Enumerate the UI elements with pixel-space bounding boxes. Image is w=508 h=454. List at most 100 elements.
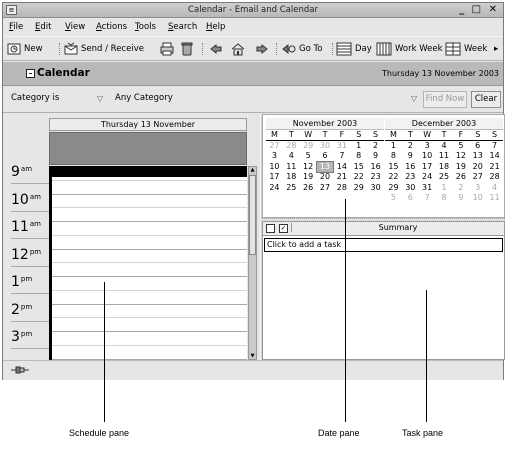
date-cell[interactable]: 9: [402, 151, 419, 162]
date-cell[interactable]: 26: [300, 183, 317, 194]
date-cell[interactable]: 18: [283, 172, 300, 183]
date-cell[interactable]: 11: [486, 193, 503, 204]
date-cell[interactable]: 11: [283, 162, 300, 173]
summary-column-header[interactable]: Summary: [291, 223, 504, 232]
date-cell[interactable]: 29: [300, 141, 317, 152]
date-cell[interactable]: 10: [266, 162, 283, 173]
date-cell[interactable]: 2: [367, 141, 384, 152]
clear-button[interactable]: Clear: [471, 91, 501, 108]
date-cell[interactable]: 20: [317, 172, 334, 183]
window-controls[interactable]: _ □ ✕: [459, 4, 499, 15]
today-date-cell[interactable]: 13: [315, 160, 335, 173]
date-cell[interactable]: 30: [367, 183, 384, 194]
day-view-button[interactable]: Day: [336, 41, 372, 57]
date-cell[interactable]: 6: [402, 193, 419, 204]
date-cell[interactable]: 8: [436, 193, 453, 204]
date-cell[interactable]: 31: [333, 141, 350, 152]
search-field-select[interactable]: Category is ▽: [7, 91, 107, 108]
date-cell[interactable]: 14: [486, 151, 503, 162]
day-heading[interactable]: Thursday 13 November: [49, 118, 247, 131]
goto-button[interactable]: Go To: [282, 41, 322, 57]
date-cell[interactable]: 26: [452, 172, 469, 183]
date-cell[interactable]: 22: [385, 172, 402, 183]
month-title[interactable]: December 2003: [385, 118, 503, 130]
today-button[interactable]: [231, 41, 248, 57]
date-cell[interactable]: 2: [402, 141, 419, 152]
date-cell[interactable]: 18: [436, 162, 453, 173]
date-cell[interactable]: 27: [317, 183, 334, 194]
long-events-area[interactable]: [49, 132, 247, 165]
work-week-view-button[interactable]: Work Week: [376, 41, 443, 57]
date-cell[interactable]: 19: [452, 162, 469, 173]
date-cell[interactable]: 3: [419, 141, 436, 152]
date-cell[interactable]: 14: [333, 162, 350, 173]
date-cell[interactable]: 1: [350, 141, 367, 152]
menu-edit[interactable]: Edit: [35, 22, 51, 32]
time-grid[interactable]: [49, 166, 247, 360]
date-cell[interactable]: 28: [283, 141, 300, 152]
toolbar-overflow-button[interactable]: ▸: [494, 41, 498, 57]
date-cell[interactable]: 10: [419, 151, 436, 162]
task-complete-column-icon[interactable]: ✓: [279, 224, 288, 233]
date-cell[interactable]: 27: [266, 141, 283, 152]
new-button[interactable]: New: [7, 41, 43, 57]
date-cell[interactable]: 5: [385, 193, 402, 204]
date-cell[interactable]: 9: [452, 193, 469, 204]
date-cell[interactable]: 9: [367, 151, 384, 162]
delete-button[interactable]: [180, 41, 197, 57]
scroll-down-icon[interactable]: ▼: [249, 353, 256, 359]
category-select[interactable]: Any Category ▽: [111, 91, 421, 108]
date-cell[interactable]: 30: [402, 183, 419, 194]
forward-button[interactable]: [255, 41, 272, 57]
date-cell[interactable]: 1: [436, 183, 453, 194]
date-cell[interactable]: 24: [419, 172, 436, 183]
date-cell[interactable]: 23: [367, 172, 384, 183]
month-title[interactable]: November 2003: [266, 118, 384, 130]
date-cell[interactable]: 6: [317, 151, 334, 162]
date-cell[interactable]: 7: [419, 193, 436, 204]
add-task-input[interactable]: Click to add a task: [264, 238, 503, 252]
date-cell[interactable]: 7: [486, 141, 503, 152]
menu-search[interactable]: Search: [168, 22, 197, 32]
scrollbar-thumb[interactable]: [249, 175, 256, 255]
date-cell[interactable]: 7: [333, 151, 350, 162]
date-cell[interactable]: 16: [367, 162, 384, 173]
date-cell[interactable]: 8: [350, 151, 367, 162]
date-cell[interactable]: 25: [283, 183, 300, 194]
date-cell[interactable]: 5: [300, 151, 317, 162]
date-cell[interactable]: 31: [419, 183, 436, 194]
date-cell[interactable]: 25: [436, 172, 453, 183]
menu-file[interactable]: File: [9, 22, 23, 32]
date-cell[interactable]: 16: [402, 162, 419, 173]
date-cell[interactable]: 11: [436, 151, 453, 162]
date-cell[interactable]: 29: [385, 183, 402, 194]
menu-tools[interactable]: Tools: [135, 22, 156, 32]
date-cell[interactable]: 12: [300, 162, 317, 173]
date-cell[interactable]: 12: [452, 151, 469, 162]
date-cell[interactable]: 28: [486, 172, 503, 183]
find-now-button[interactable]: Find Now: [423, 91, 467, 108]
date-cell[interactable]: 4: [486, 183, 503, 194]
date-cell[interactable]: 15: [385, 162, 402, 173]
date-cell[interactable]: 17: [419, 162, 436, 173]
date-cell[interactable]: 24: [266, 183, 283, 194]
date-cell[interactable]: 8: [385, 151, 402, 162]
date-cell[interactable]: 4: [283, 151, 300, 162]
date-cell[interactable]: 15: [350, 162, 367, 173]
online-status-icon[interactable]: [11, 366, 29, 374]
print-button[interactable]: [160, 41, 177, 57]
date-cell[interactable]: 6: [469, 141, 486, 152]
date-cell[interactable]: 21: [486, 162, 503, 173]
back-button[interactable]: [209, 41, 226, 57]
date-cell[interactable]: 17: [266, 172, 283, 183]
date-cell[interactable]: 20: [469, 162, 486, 173]
task-type-column-icon[interactable]: [266, 224, 275, 233]
menu-view[interactable]: View: [65, 22, 85, 32]
date-cell[interactable]: 13: [469, 151, 486, 162]
menu-help[interactable]: Help: [206, 22, 225, 32]
send-receive-button[interactable]: Send / Receive: [64, 41, 144, 57]
date-cell[interactable]: 10: [469, 193, 486, 204]
scroll-up-icon[interactable]: ▲: [249, 167, 256, 173]
date-cell[interactable]: 21: [333, 172, 350, 183]
title-bar[interactable]: ≡ Calendar - Email and Calendar _ □ ✕: [3, 3, 503, 18]
